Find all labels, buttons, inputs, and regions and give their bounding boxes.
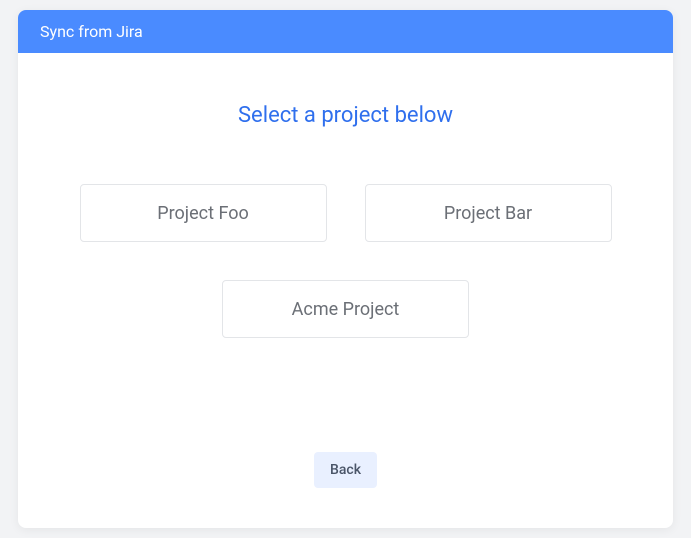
back-button[interactable]: Back (314, 452, 377, 488)
project-button-acme[interactable]: Acme Project (222, 280, 469, 338)
modal-footer: Back (18, 452, 673, 528)
project-label: Project Foo (157, 203, 248, 224)
prompt-title: Select a project below (238, 103, 453, 128)
project-grid: Project Foo Project Bar Acme Project (76, 184, 615, 338)
sync-modal: Sync from Jira Select a project below Pr… (18, 10, 673, 528)
modal-header: Sync from Jira (18, 10, 673, 53)
modal-body: Select a project below Project Foo Proje… (18, 53, 673, 452)
back-button-label: Back (330, 462, 361, 478)
project-label: Acme Project (292, 299, 400, 320)
project-button-foo[interactable]: Project Foo (80, 184, 327, 242)
modal-title: Sync from Jira (40, 22, 143, 41)
project-label: Project Bar (444, 203, 532, 224)
project-button-bar[interactable]: Project Bar (365, 184, 612, 242)
